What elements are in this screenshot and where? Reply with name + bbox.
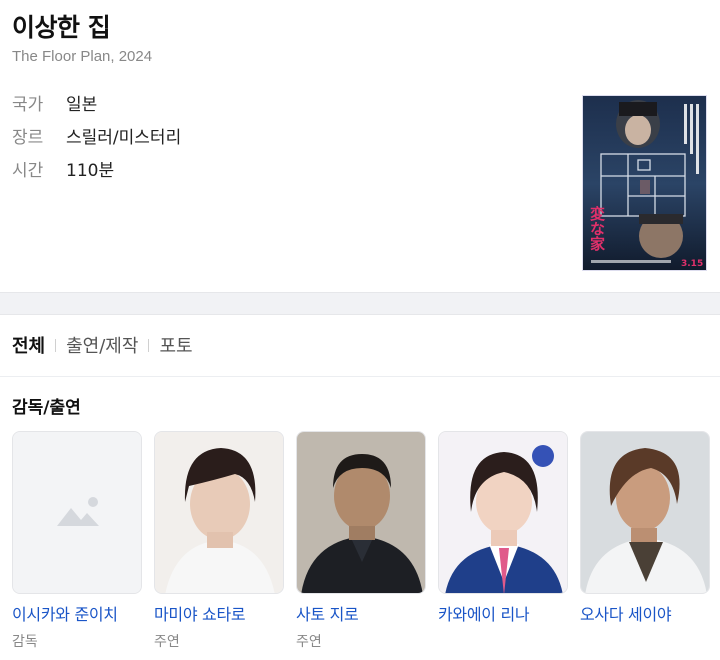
tab-all[interactable]: 전체 — [12, 332, 45, 358]
tab-cast-crew[interactable]: 출연/제작 — [66, 332, 138, 358]
poster-title-text: 変な家 — [588, 205, 606, 252]
section-title: 감독/출연 — [12, 398, 81, 418]
cast-photo[interactable] — [154, 431, 284, 594]
tab-photo[interactable]: 포토 — [159, 332, 192, 358]
tab-separator — [55, 338, 57, 352]
movie-header: 이상한 집 The Floor Plan, 2024 국가 일본 장르 스릴러/… — [0, 0, 720, 292]
actor-portrait — [155, 432, 283, 593]
cast-card[interactable]: 사토 지로 주연 — [296, 431, 426, 651]
info-label: 시간 — [12, 160, 44, 181]
poster-date-text: 3.15 — [681, 259, 703, 269]
actor-portrait — [297, 432, 425, 593]
info-value: 스릴러/미스터리 — [66, 127, 182, 148]
cast-card[interactable]: 카와에이 리나 — [438, 431, 568, 631]
info-row-genre: 장르 스릴러/미스터리 — [12, 123, 182, 148]
actor-portrait — [581, 432, 709, 593]
page-title: 이상한 집 — [12, 13, 111, 42]
tabs-underline — [0, 376, 720, 377]
cast-role: 주연 — [296, 634, 322, 650]
info-label: 장르 — [12, 127, 44, 148]
info-label: 국가 — [12, 94, 44, 115]
cast-card[interactable]: 이시카와 준이치 감독 — [12, 431, 142, 651]
actor-portrait — [439, 432, 567, 593]
movie-poster[interactable]: 変な家 3.15 — [582, 95, 707, 271]
info-value: 110분 — [66, 160, 115, 181]
cast-card[interactable]: 마미야 쇼타로 주연 — [154, 431, 284, 651]
cast-name[interactable]: 마미야 쇼타로 — [154, 601, 284, 625]
cast-role: 감독 — [12, 634, 38, 650]
cast-name[interactable]: 이시카와 준이치 — [12, 601, 142, 625]
tab-bar: 전체 출연/제작 포토 — [12, 330, 193, 360]
cast-photo[interactable] — [12, 431, 142, 594]
movie-subtitle: The Floor Plan, 2024 — [12, 48, 153, 65]
cast-photo[interactable] — [438, 431, 568, 594]
cast-card[interactable]: 오사다 세이야 — [580, 431, 710, 631]
cast-name[interactable]: 오사다 세이야 — [580, 601, 710, 625]
cast-photo[interactable] — [296, 431, 426, 594]
tab-separator — [148, 338, 150, 352]
cast-role: 주연 — [154, 634, 180, 650]
section-divider — [0, 292, 720, 315]
info-value: 일본 — [66, 94, 98, 115]
info-row-country: 국가 일본 — [12, 90, 98, 115]
cast-name[interactable]: 사토 지로 — [296, 601, 426, 625]
cast-photo[interactable] — [580, 431, 710, 594]
info-row-runtime: 시간 110분 — [12, 156, 115, 181]
cast-name[interactable]: 카와에이 리나 — [438, 601, 568, 625]
